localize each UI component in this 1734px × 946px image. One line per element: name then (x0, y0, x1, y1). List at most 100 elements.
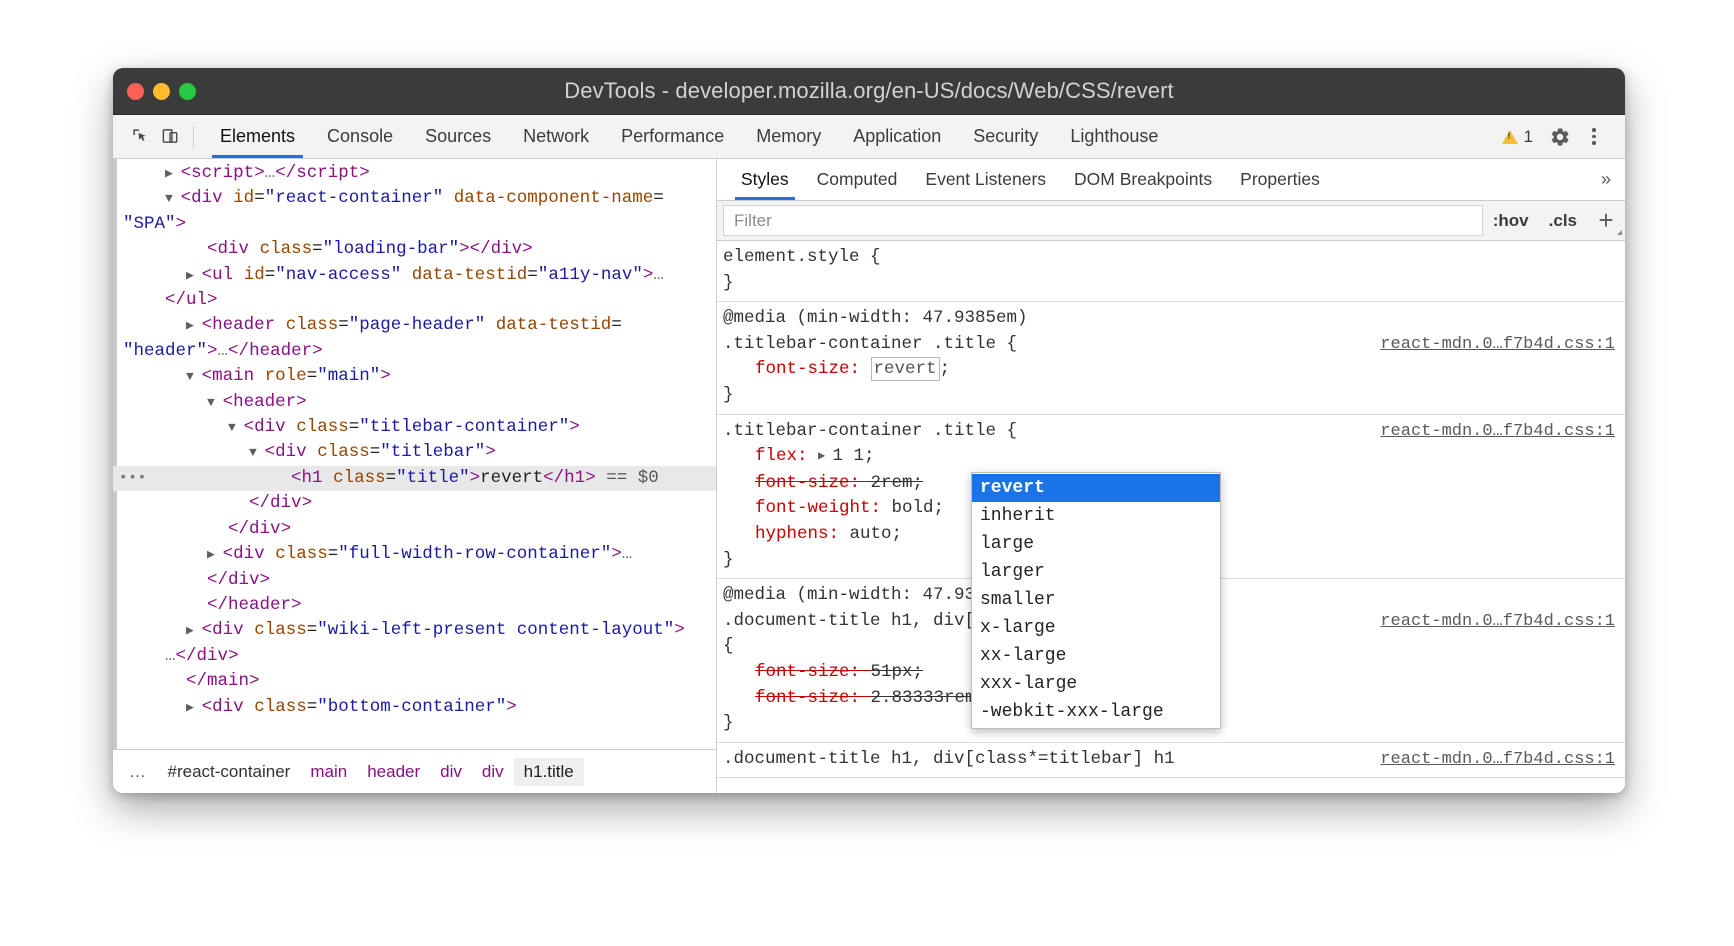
dom-node[interactable]: ▶ <div class="wiki-left-present content-… (113, 618, 716, 643)
dom-node[interactable]: ▼ <main role="main"> (113, 364, 716, 389)
twisty-collapsed-icon[interactable]: ▶ (186, 700, 202, 715)
expand-shorthand-icon[interactable]: ▶ (818, 444, 832, 470)
twisty-collapsed-icon[interactable]: ▶ (165, 166, 181, 181)
tab-performance[interactable]: Performance (605, 115, 740, 158)
css-property[interactable]: font-size: (755, 688, 871, 708)
tab-sources[interactable]: Sources (409, 115, 507, 158)
cls-button[interactable]: .cls (1539, 201, 1587, 240)
twisty-collapsed-icon[interactable]: ▶ (207, 547, 223, 562)
twisty-collapsed-icon[interactable]: ▶ (186, 318, 202, 333)
dom-node[interactable]: ▶ <header class="page-header" data-testi… (113, 313, 716, 338)
breadcrumb-item-2[interactable]: main (300, 758, 357, 786)
device-toolbar-icon[interactable] (155, 122, 185, 152)
tab-memory[interactable]: Memory (740, 115, 837, 158)
tab-network[interactable]: Network (507, 115, 605, 158)
css-value[interactable]: 2rem; (871, 473, 924, 493)
autocomplete-item-inherit[interactable]: inherit (972, 502, 1220, 530)
tab-security[interactable]: Security (957, 115, 1054, 158)
hov-button[interactable]: :hov (1483, 201, 1539, 240)
dom-node[interactable]: ▶ <div class="full-width-row-container">… (113, 542, 716, 567)
css-property[interactable]: hyphens: (755, 524, 850, 544)
dom-node-selected[interactable]: <h1 class="title">revert</h1> == $0 (113, 466, 716, 491)
dom-node[interactable]: ▶ <div class="bottom-container"> (113, 695, 716, 720)
autocomplete-item--webkit-xxx-large[interactable]: -webkit-xxx-large (972, 698, 1220, 726)
autocomplete-item-large[interactable]: large (972, 530, 1220, 558)
tab-properties[interactable]: Properties (1226, 159, 1334, 200)
autocomplete-item-xxx-large[interactable]: xxx-large (972, 670, 1220, 698)
css-value[interactable]: bold; (892, 498, 945, 518)
twisty-collapsed-icon[interactable]: ▶ (186, 623, 202, 638)
new-style-rule-button[interactable]: + (1587, 201, 1625, 240)
css-value[interactable]: 51px; (871, 662, 924, 682)
dom-node[interactable]: </div> (113, 568, 716, 593)
autocomplete-item-x-large[interactable]: x-large (972, 614, 1220, 642)
twisty-expanded-icon[interactable]: ▼ (165, 191, 181, 206)
dom-node[interactable]: "header">…</header> (113, 339, 716, 364)
tab-console[interactable]: Console (311, 115, 409, 158)
warning-indicator[interactable]: 1 (1494, 127, 1541, 147)
css-property[interactable]: font-size: (755, 473, 871, 493)
css-declaration[interactable]: font-size: revert; (723, 357, 1625, 383)
css-property[interactable]: font-weight: (755, 498, 892, 518)
breadcrumb-item-6[interactable]: h1.title (514, 758, 584, 786)
css-value[interactable]: 2.83333rem; (871, 688, 987, 708)
chevron-double-right-icon[interactable]: » (1587, 169, 1625, 190)
dom-node[interactable]: …</div> (113, 644, 716, 669)
breadcrumb-item-4[interactable]: div (430, 758, 472, 786)
css-declaration[interactable]: flex: ▶ 1 1; (723, 444, 1625, 471)
filter-input[interactable] (723, 205, 1483, 236)
twisty-expanded-icon[interactable]: ▼ (249, 445, 265, 460)
tab-event-listeners[interactable]: Event Listeners (911, 159, 1060, 200)
css-value[interactable]: auto; (850, 524, 903, 544)
dom-node[interactable]: ▶ <ul id="nav-access" data-testid="a11y-… (113, 263, 716, 288)
stylesheet-link[interactable]: react-mdn.0…f7b4d.css:1 (1380, 747, 1615, 773)
css-rule-r0[interactable]: element.style {} (717, 241, 1625, 302)
autocomplete-item-larger[interactable]: larger (972, 558, 1220, 586)
breadcrumb-item-1[interactable]: #react-container (158, 758, 301, 786)
autocomplete-item-smaller[interactable]: smaller (972, 586, 1220, 614)
dom-node[interactable]: </header> (113, 593, 716, 618)
breadcrumb-item-5[interactable]: div (472, 758, 514, 786)
dom-tree[interactable]: ▶ <script>…</script> ▼ <div id="react-co… (113, 159, 716, 749)
autocomplete-item-revert[interactable]: revert (972, 474, 1220, 502)
tab-dom-breakpoints[interactable]: DOM Breakpoints (1060, 159, 1226, 200)
css-rule-r4[interactable]: react-mdn.0…f7b4d.css:1.document-title h… (717, 743, 1625, 779)
dom-node[interactable]: ▼ <header> (113, 390, 716, 415)
dom-node[interactable]: </ul> (113, 288, 716, 313)
kebab-menu-icon[interactable] (1579, 122, 1609, 152)
close-button[interactable] (127, 83, 144, 100)
css-property[interactable]: font-size: (755, 359, 871, 379)
dom-node[interactable]: ▼ <div class="titlebar"> (113, 440, 716, 465)
css-property[interactable]: flex: (755, 446, 818, 466)
tab-computed[interactable]: Computed (803, 159, 912, 200)
dom-node[interactable]: ▼ <div id="react-container" data-compone… (113, 186, 716, 211)
css-selector[interactable]: element.style { (723, 245, 1625, 271)
dom-node[interactable]: ▶ <script>…</script> (113, 161, 716, 186)
stylesheet-link[interactable]: react-mdn.0…f7b4d.css:1 (1380, 419, 1615, 445)
tab-styles[interactable]: Styles (727, 159, 803, 200)
css-value-editor[interactable]: revert (871, 357, 940, 381)
css-property[interactable]: font-size: (755, 662, 871, 682)
zoom-button[interactable] (179, 83, 196, 100)
dom-node[interactable]: ▼ <div class="titlebar-container"> (113, 415, 716, 440)
tab-elements[interactable]: Elements (204, 115, 311, 158)
twisty-collapsed-icon[interactable]: ▶ (186, 268, 202, 283)
breadcrumb-item-3[interactable]: header (357, 758, 430, 786)
dom-node[interactable]: </main> (113, 669, 716, 694)
styles-scrollbar[interactable] (1621, 201, 1625, 793)
tab-lighthouse[interactable]: Lighthouse (1054, 115, 1174, 158)
dom-node[interactable]: </div> (113, 491, 716, 516)
gear-icon[interactable] (1545, 122, 1575, 152)
twisty-expanded-icon[interactable]: ▼ (186, 369, 202, 384)
twisty-expanded-icon[interactable]: ▼ (228, 420, 244, 435)
breadcrumb-item-0[interactable]: … (127, 758, 158, 786)
css-rule-r1[interactable]: react-mdn.0…f7b4d.css:1@media (min-width… (717, 302, 1625, 414)
stylesheet-link[interactable]: react-mdn.0…f7b4d.css:1 (1380, 332, 1615, 358)
font-size-value-autocomplete[interactable]: revertinheritlargelargersmallerx-largexx… (971, 472, 1221, 729)
dom-node[interactable]: "SPA"> (113, 212, 716, 237)
css-value[interactable]: 1 1; (832, 446, 874, 466)
inspect-element-icon[interactable] (125, 122, 155, 152)
dom-node[interactable]: </div> (113, 517, 716, 542)
autocomplete-item-xx-large[interactable]: xx-large (972, 642, 1220, 670)
dom-node[interactable]: <div class="loading-bar"></div> (113, 237, 716, 262)
